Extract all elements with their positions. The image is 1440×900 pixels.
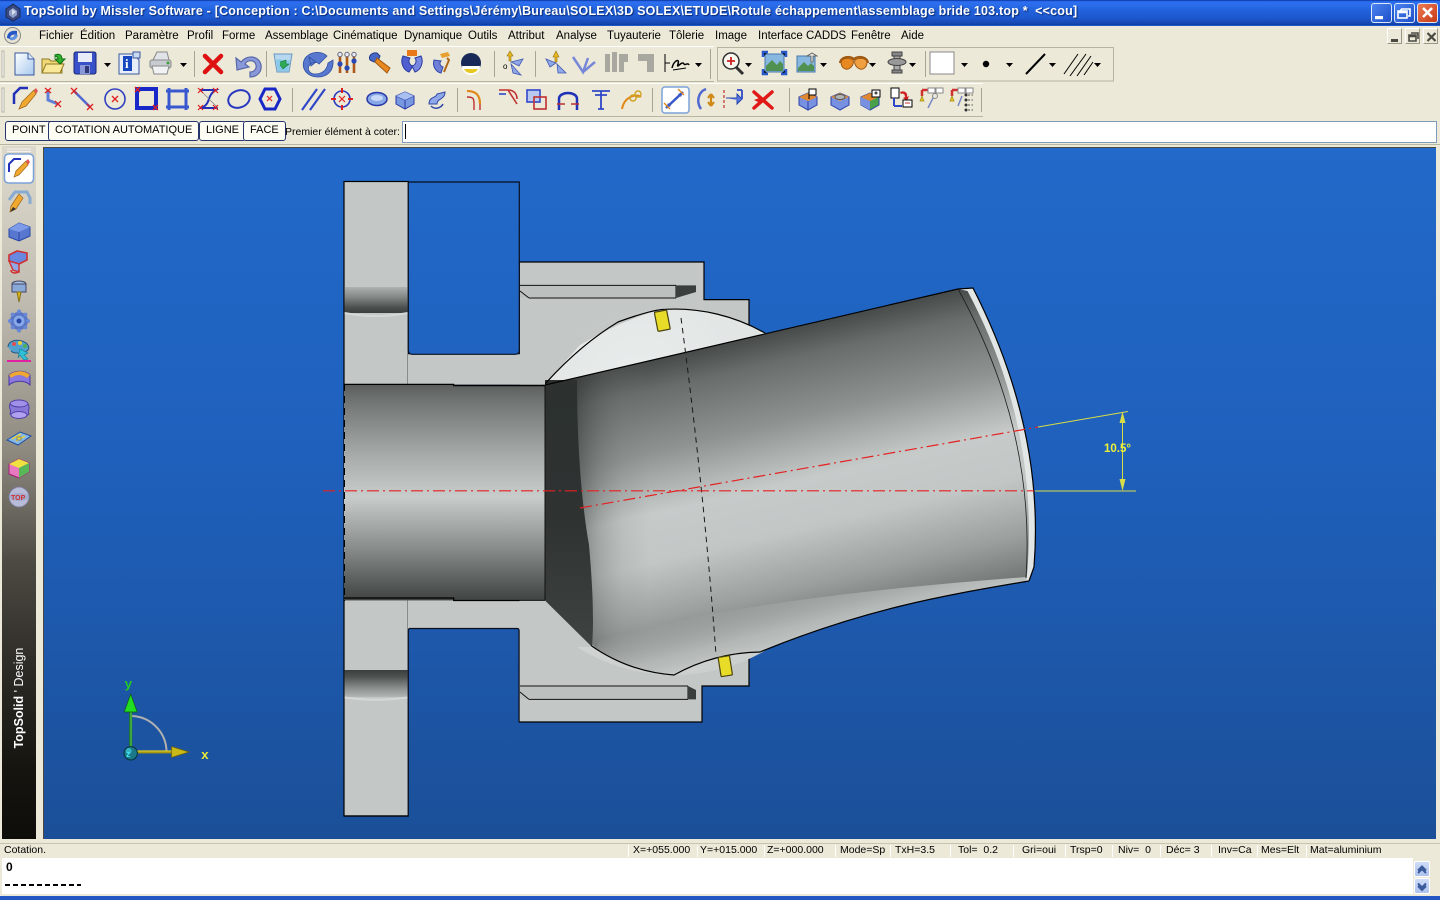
svg-text:i: i (125, 56, 129, 71)
svg-text:z: z (126, 749, 131, 759)
svg-text:TOP: TOP (11, 495, 26, 502)
svg-text:o: o (503, 62, 508, 71)
svg-text:y: y (125, 677, 133, 692)
svg-text:10.5°: 10.5° (1104, 443, 1131, 455)
svg-text:x: x (201, 748, 209, 763)
